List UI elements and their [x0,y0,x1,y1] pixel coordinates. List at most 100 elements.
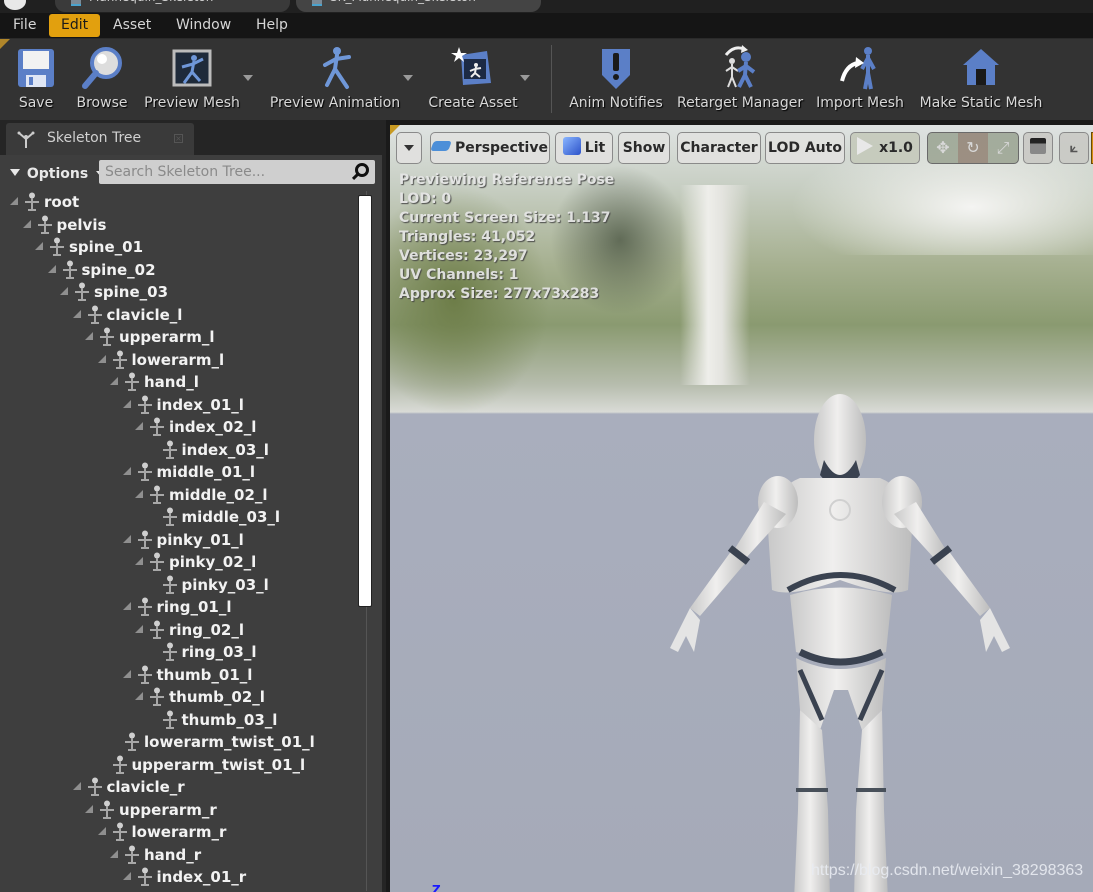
expand-arrow-icon[interactable] [72,782,81,790]
bone-name: upperarm_r [119,800,217,819]
rotate-icon[interactable]: ↻ [958,133,988,163]
import-mesh-button[interactable]: Import Mesh [814,41,906,117]
play-speed-button[interactable]: x1.0 [850,132,920,164]
expand-arrow-icon[interactable] [85,804,93,813]
expand-arrow-icon[interactable] [85,332,93,340]
make-static-mesh-button[interactable]: Make Static Mesh [917,41,1045,117]
expand-arrow-icon[interactable] [135,422,143,430]
bone-name: hand_l [144,373,199,391]
anim-notifies-button[interactable]: Anim Notifies [568,41,664,117]
bone-name: lowerarm_l [131,350,225,369]
expand-arrow-icon[interactable] [10,197,18,205]
main-toolbar: Save Browse Preview Mesh Preview Animati… [0,38,1093,120]
bone-name: index_02_l [169,418,257,436]
menu-window[interactable]: Window [164,14,243,37]
create-asset-button[interactable]: Create Asset [426,41,520,117]
bone-name: upperarm_twist_01_l [131,755,306,774]
expand-arrow-icon[interactable] [135,624,143,633]
viewport-options-button[interactable] [396,132,422,164]
bone-icon [150,620,164,639]
bone-name: spine_02 [81,260,156,279]
save-button[interactable]: Save [10,41,62,117]
expand-arrow-icon[interactable] [97,827,106,835]
coordinate-system-button[interactable]: ⟀ [1059,132,1089,164]
stat-preview-mode: Previewing Reference Pose [399,172,615,188]
camera-cube-button[interactable] [1023,132,1053,164]
preview-animation-button[interactable]: Preview Animation [268,41,402,117]
scale-icon[interactable]: ⤢ [988,133,1018,163]
scrollbar-thumb[interactable] [358,195,372,607]
bone-name: thumb_01_l [156,665,253,684]
bone-icon [112,350,127,369]
filter-icon [10,168,20,176]
browse-button[interactable]: Browse [72,41,132,117]
doc-tab-sk-mannequin-skeleton[interactable]: SK_Mannequin_Skeleton [296,0,541,12]
bone-name: ring_02_l [169,620,244,639]
preview-mesh-button[interactable]: Preview Mesh [142,41,242,117]
stat-approx-size: Approx Size: 277x73x283 [399,286,600,302]
retarget-manager-button[interactable]: Retarget Manager [677,41,803,117]
menu-help[interactable]: Help [244,14,300,37]
expand-arrow-icon[interactable] [60,287,68,295]
show-button[interactable]: Show [618,132,670,164]
transform-mode-group: ✥ ↻ ⤢ [927,132,1019,164]
bone-icon [125,372,139,391]
menu-edit[interactable]: Edit [49,14,101,37]
translate-icon[interactable]: ✥ [928,133,958,163]
menu-file[interactable]: File [1,14,48,37]
bone-name: middle_03_l [181,508,281,526]
background-pillar [680,185,750,385]
bone-name: ring_03_l [181,643,257,661]
bone-icon [162,710,177,729]
expand-arrow-icon[interactable] [135,489,143,498]
preview-mesh-icon [172,49,212,87]
expand-arrow-icon[interactable] [110,849,118,858]
expand-arrow-icon[interactable] [122,467,131,475]
bone-icon [162,507,177,526]
perspective-button[interactable]: Perspective [430,132,550,164]
bone-icon [162,575,177,594]
preview-viewport[interactable]: Perspective Lit Show Character LOD Auto … [390,125,1093,892]
lit-button[interactable]: Lit [555,132,613,164]
search-icon[interactable] [355,163,369,177]
lod-button[interactable]: LOD Auto [765,132,845,164]
menu-asset[interactable]: Asset [101,14,163,37]
tab-skeleton-tree[interactable]: Skeleton Tree × [6,123,194,155]
expand-arrow-icon[interactable] [122,872,131,880]
bone-name: middle_01_l [156,463,256,481]
expand-arrow-icon[interactable] [35,242,43,250]
bone-icon [137,395,152,414]
house-icon [963,49,999,85]
expand-arrow-icon[interactable] [135,692,143,700]
character-button[interactable]: Character [677,132,761,164]
expand-arrow-icon[interactable] [122,534,131,543]
bone-icon [150,687,164,706]
preview-mesh-dropdown[interactable] [243,75,253,81]
create-asset-dropdown[interactable] [520,75,530,81]
options-dropdown[interactable]: Options [10,164,107,184]
bone-icon [50,237,64,256]
bone-name: ring_01_l [156,598,232,616]
bone-name: thumb_02_l [169,688,265,706]
preview-animation-dropdown[interactable] [403,75,413,81]
bone-name: pinky_02_l [169,553,257,571]
bone-name: index_01_r [156,868,247,886]
corner-marker [0,39,10,49]
mannequin-mesh[interactable] [650,390,1070,892]
expand-arrow-icon[interactable] [72,309,81,318]
bone-name: clavicle_r [106,778,185,796]
expand-arrow-icon[interactable] [47,264,56,273]
close-tab-icon[interactable]: × [174,134,183,143]
perspective-icon [430,141,452,151]
menu-bar: File Edit Asset Window Help [0,13,1093,38]
search-input[interactable] [105,162,345,182]
expand-arrow-icon[interactable] [122,399,131,408]
bone-icon [112,755,127,774]
expand-arrow-icon[interactable] [22,219,31,228]
expand-arrow-icon[interactable] [110,377,118,385]
doc-tab-mannequin-skeleton[interactable]: Mannequin_Skeleton [55,0,290,12]
expand-arrow-icon[interactable] [135,557,143,565]
expand-arrow-icon[interactable] [97,354,106,363]
expand-arrow-icon[interactable] [122,669,131,678]
expand-arrow-icon[interactable] [122,602,131,610]
